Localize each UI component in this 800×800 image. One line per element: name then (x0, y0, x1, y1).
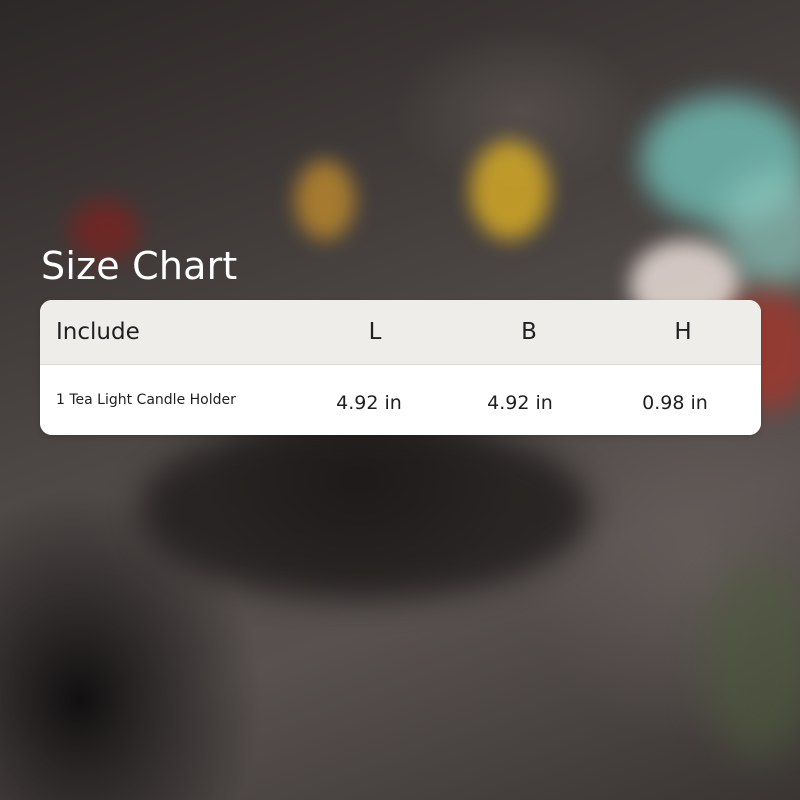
background-blur-shape (700, 560, 800, 760)
table-header-row: Include L B H (40, 300, 761, 365)
background-blur-shape (140, 420, 590, 600)
cell-item-name: 1 Tea Light Candle Holder (56, 392, 236, 408)
background-blur-shape (470, 140, 550, 240)
table-row: 1 Tea Light Candle Holder 4.92 in 4.92 i… (40, 365, 761, 435)
header-height: H (674, 319, 692, 345)
cell-length: 4.92 in (336, 392, 402, 414)
header-include: Include (56, 319, 140, 345)
header-length: L (368, 319, 382, 345)
cell-breadth: 4.92 in (487, 392, 553, 414)
page-title: Size Chart (41, 244, 238, 288)
cell-height: 0.98 in (642, 392, 708, 414)
background-blur-shape (295, 160, 355, 240)
header-breadth: B (521, 319, 537, 345)
size-chart-table: Include L B H 1 Tea Light Candle Holder … (40, 300, 761, 435)
